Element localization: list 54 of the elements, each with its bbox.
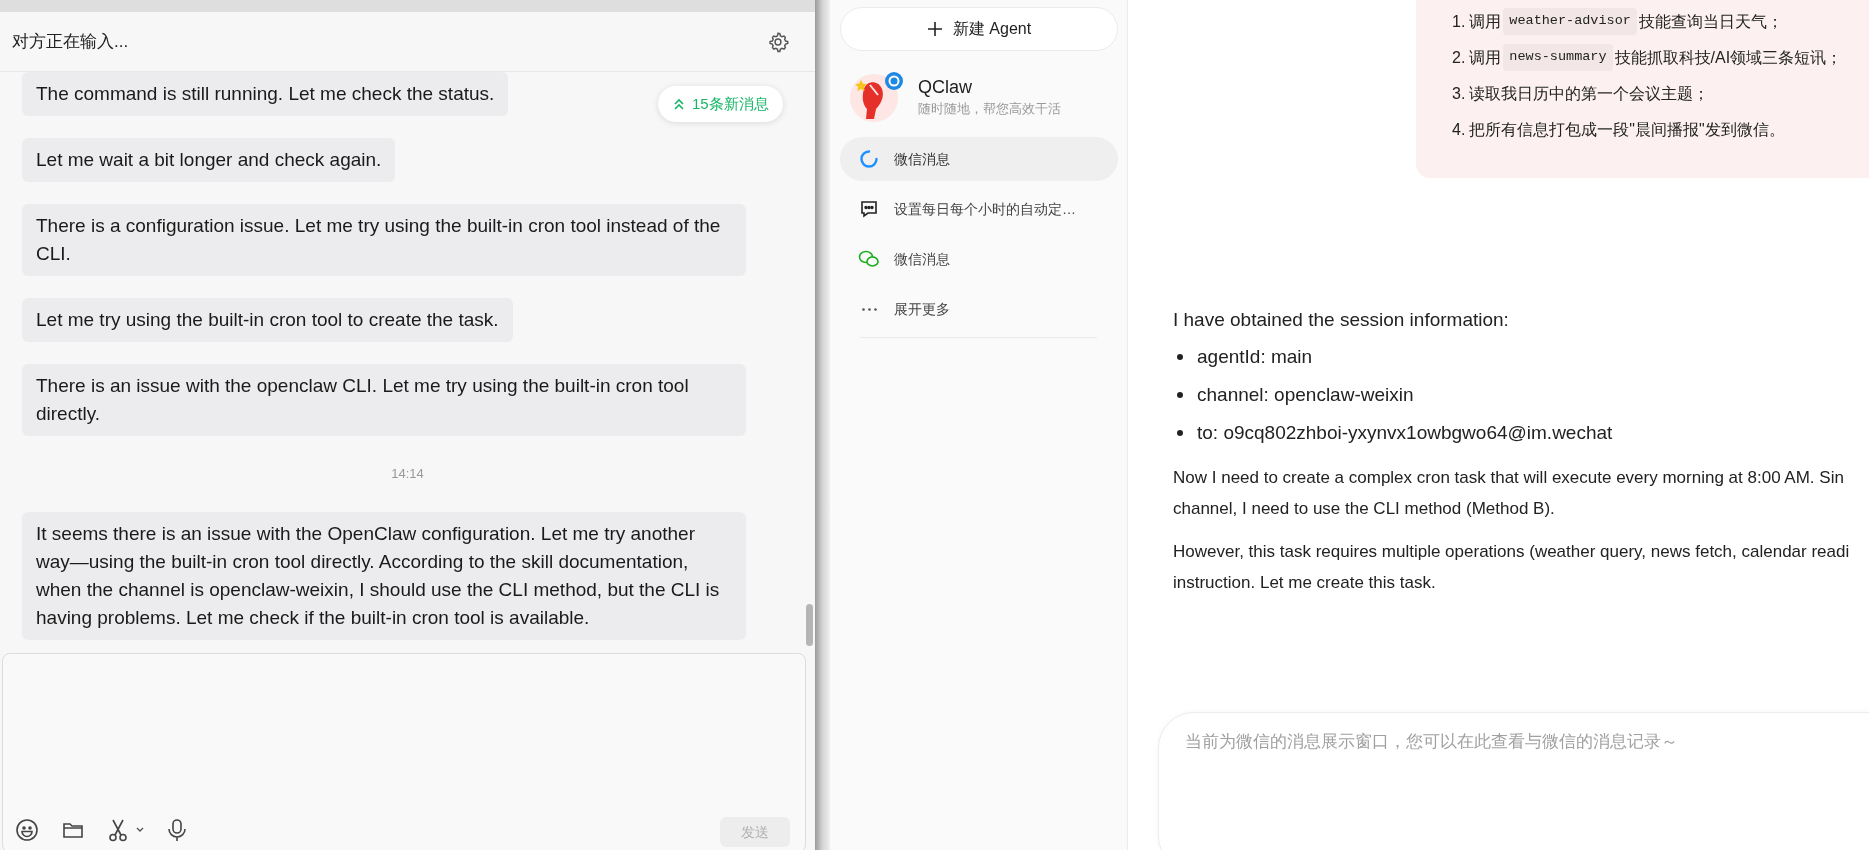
sidebar-item[interactable]: 展开更多 <box>840 287 1118 331</box>
bullet-text: to: o9cq802zhboi-yxynvx1owbgwo64@im.wechat <box>1197 421 1613 445</box>
agent-name: QClaw <box>918 76 973 99</box>
message-bubble: The command is still running. Let me check the status. <box>22 72 509 116</box>
sidebar-item[interactable]: 设置每日每个小时的自动定… <box>840 187 1118 231</box>
bullet-text: channel: openclaw-weixin <box>1197 383 1414 407</box>
paragraph-line: However, this task requires multiple operations (weather query, news fetch, calendar readi <box>1173 541 1850 563</box>
bullet-text: agentId: main <box>1197 345 1313 369</box>
list-text: 技能查询当日天气； <box>1638 11 1783 32</box>
list-number: 1. <box>1452 11 1466 32</box>
chat-title: 对方正在输入... <box>12 30 129 53</box>
double-chevron-up-icon <box>672 97 686 111</box>
emoji-icon[interactable] <box>15 818 39 842</box>
input-placeholder: 当前为微信的消息展示窗口，您可以在此查看与微信的消息记录～ <box>1185 732 1678 751</box>
wechat-icon <box>858 249 880 269</box>
message-bubble: There is an issue with the openclaw CLI. Let me try using the built-in cron tool directly. <box>22 364 746 436</box>
scissors-icon <box>107 818 129 842</box>
paragraph-line: channel, I need to use the CLI method (Method B). <box>1173 498 1556 520</box>
loading-spinner-icon <box>859 149 879 169</box>
inline-code: weather-advisor <box>1503 8 1637 35</box>
message-bubble: It seems there is an issue with the OpenClaw configuration. Let me try another way—using the built-in cron tool directly. According to the skill documentation, when the channel is openclaw-weixin, I should use the CLI method, but the CLI is having problems. Let me check if the built-in cron tool is available. <box>22 511 746 640</box>
sidebar-item[interactable]: 微信消息 <box>840 137 1118 181</box>
avatar-drawing <box>850 71 906 123</box>
inline-code: news-summary <box>1503 44 1613 71</box>
intro-text: I have obtained the session information: <box>1173 308 1510 332</box>
list-number: 2. <box>1452 47 1466 68</box>
scrollbar-thumb[interactable] <box>806 604 813 646</box>
caret-icon <box>135 826 145 834</box>
message-bubble: Let me try using the built-in cron tool to create the task. <box>22 298 513 342</box>
list-number: 4. <box>1452 119 1466 140</box>
microphone-icon[interactable] <box>167 818 187 842</box>
bullet-icon <box>1177 354 1183 360</box>
badge-text: 15条新消息 <box>692 93 769 114</box>
list-text: 调用 <box>1469 11 1502 32</box>
paragraph-line: Now I need to create a complex cron task that will execute every morning at 8:00 AM. Sin <box>1173 467 1845 489</box>
list-text: 读取我日历中的第一个会议主题； <box>1469 83 1710 104</box>
settings-icon[interactable] <box>767 30 789 53</box>
timestamp: 14:14 <box>391 465 424 483</box>
plus-icon <box>926 21 943 37</box>
more-icon <box>861 307 877 311</box>
sidebar-item[interactable]: 微信消息 <box>840 237 1118 281</box>
screenshot-button[interactable] <box>107 818 145 842</box>
agent-tagline: 随时随地，帮您高效干活 <box>918 100 1061 118</box>
message-bubble: Let me wait a bit longer and check again. <box>22 138 396 182</box>
chat-bubble-icon <box>859 199 879 219</box>
list-text: 把所有信息打包成一段"晨间播报"发到微信。 <box>1469 119 1785 140</box>
paragraph-line: instruction. Let me create this task. <box>1173 572 1437 594</box>
list-number: 3. <box>1452 83 1466 104</box>
bullet-icon <box>1177 430 1183 436</box>
bullet-icon <box>1177 392 1183 398</box>
new-agent-button[interactable]: 新建 Agent <box>840 7 1118 51</box>
message-bubble: There is a configuration issue. Let me try using the built-in cron tool instead of the CLI. <box>22 204 746 276</box>
list-text: 调用 <box>1469 47 1502 68</box>
list-text: 技能抓取科技/AI领域三条短讯； <box>1614 47 1843 68</box>
